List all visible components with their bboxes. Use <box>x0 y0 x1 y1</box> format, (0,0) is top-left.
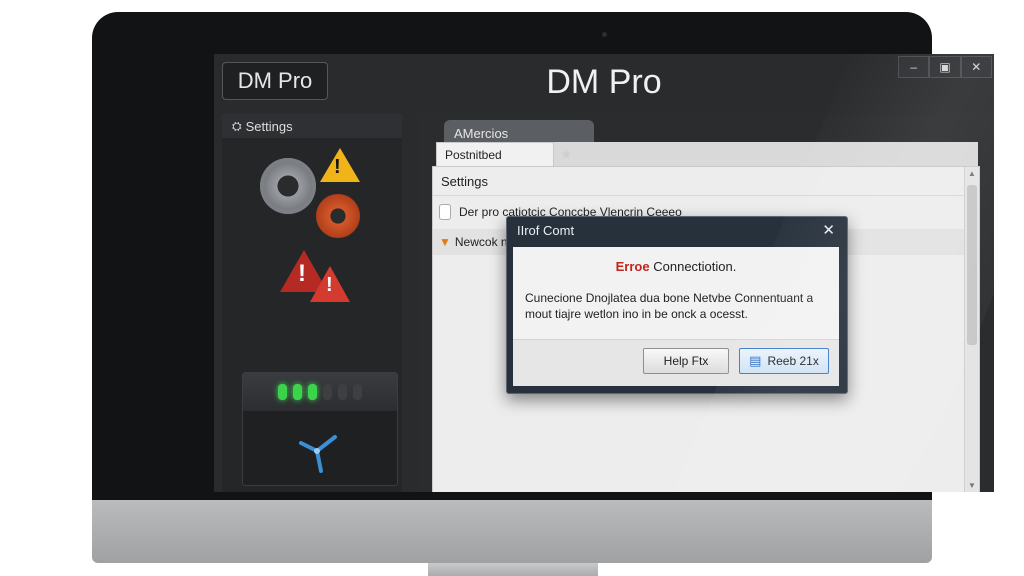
heading-text: Connectiotion. <box>653 259 737 274</box>
dialog-body: Erroe Connectiotion. Cunecione Dnojlatea… <box>513 247 839 386</box>
led <box>293 384 302 400</box>
minimize-button[interactable]: – <box>898 56 930 78</box>
led <box>338 384 347 400</box>
dialog-heading: Erroe Connectiotion. <box>513 259 839 274</box>
sidebar-icon-area: ! ! ! <box>222 142 402 312</box>
connection-status-panel <box>242 372 398 486</box>
help-fix-button[interactable]: Help Ftx <box>643 348 729 374</box>
sidebar: ⛭ Settings ! ! ! <box>222 114 402 492</box>
checkbox[interactable] <box>439 204 451 220</box>
led <box>323 384 332 400</box>
scroll-up-icon[interactable]: ▲ <box>965 167 979 181</box>
tab-amercios[interactable]: AMercios <box>444 120 594 144</box>
reset-button[interactable]: ▤ Reeb 21x <box>739 348 829 374</box>
section-label: Settings <box>433 167 971 196</box>
tab-strip <box>554 142 978 166</box>
dialog-title: IIrof Comt <box>517 222 575 238</box>
dialog-message: Cunecione Dnojlatea dua bone Netvbe Conn… <box>525 291 814 321</box>
settings-icon: ⛭ <box>232 118 242 133</box>
screen: DM Pro DM Pro – ▣ ✕ ⛭ Settings ! ! ! AMe… <box>214 54 994 492</box>
reset-button-label: Reeb 21x <box>767 354 819 368</box>
close-icon[interactable]: ✕ <box>822 221 835 239</box>
star-icon[interactable]: ★ <box>560 146 573 163</box>
app-badge: DM Pro <box>222 62 328 100</box>
network-warning-icon: ▼ <box>439 235 451 249</box>
led <box>278 384 287 400</box>
led <box>308 384 317 400</box>
orange-gear-icon <box>316 194 360 238</box>
dialog-button-bar: Help Ftx ▤ Reeb 21x <box>513 339 839 386</box>
alert-mark: ! <box>298 260 306 287</box>
window-controls: – ▣ ✕ <box>898 56 992 78</box>
alert-small-mark: ! <box>326 274 333 296</box>
sidebar-header-label: Settings <box>245 118 293 134</box>
scroll-thumb[interactable] <box>967 185 977 345</box>
gear-icon <box>260 158 316 214</box>
document-icon: ▤ <box>749 353 762 368</box>
close-button[interactable]: ✕ <box>960 56 992 78</box>
network-connector-icon <box>299 435 337 473</box>
warning-mark: ! <box>334 156 341 178</box>
led <box>353 384 362 400</box>
sidebar-header[interactable]: ⛭ Settings <box>222 114 402 138</box>
signal-strength-indicator <box>243 373 397 411</box>
monitor-stand <box>428 563 598 576</box>
camera-icon <box>602 32 607 37</box>
error-label: Erroe <box>615 259 650 274</box>
maximize-button[interactable]: ▣ <box>929 56 961 78</box>
scrollbar[interactable]: ▲ ▼ <box>964 167 979 492</box>
app-title: DM Pro <box>546 63 662 101</box>
monitor-chin <box>92 500 932 563</box>
scroll-down-icon[interactable]: ▼ <box>965 479 979 492</box>
error-dialog: IIrof Comt ✕ Erroe Connectiotion. Cuneci… <box>506 216 848 394</box>
tab-postnitbed[interactable]: Postnitbed <box>436 142 554 166</box>
monitor-bezel: DM Pro DM Pro – ▣ ✕ ⛭ Settings ! ! ! AMe… <box>92 12 994 502</box>
